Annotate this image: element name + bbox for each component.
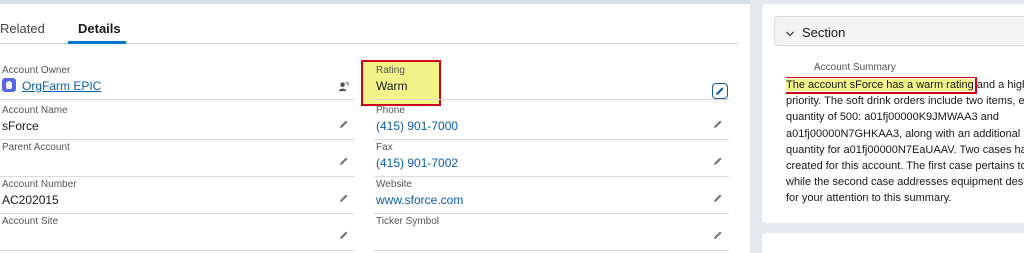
pencil-icon[interactable] [713,119,723,129]
account-name-value: sForce [2,119,39,133]
field-label: Ticker Symbol [376,216,439,227]
field-parent-account: Parent Account [0,140,355,177]
active-tab-indicator [68,41,126,44]
field-rating: Rating Warm [374,63,729,100]
field-account-number: Account Number AC202015 [0,177,355,214]
tab-bar: Related Details [0,4,738,44]
pencil-icon[interactable] [339,193,349,203]
field-account-name: Account Name sForce [0,103,355,140]
summary-line: a01fj00000N7GHKAA3, along with an additi… [786,127,1024,140]
field-label: Phone [376,105,405,116]
summary-line: quantity for a01fj00000N7EaUAAV. Two cas… [786,143,1024,156]
field-label: Account Site [2,216,59,227]
website-link[interactable]: www.sforce.com [376,193,463,207]
fax-link[interactable]: (415) 901-7002 [376,156,458,170]
owner-avatar-icon [2,78,16,92]
field-label: Account Name [2,105,68,116]
summary-line: priority. The soft drink orders include … [786,95,1024,108]
summary-line: while the second case addresses equipmen… [786,176,1024,189]
field-label: Fax [376,142,393,153]
secondary-card [762,233,1024,253]
section-card: Section Account Summary The account sFor… [762,4,1024,223]
details-panel: Related Details Account Owner OrgFarm EP… [0,4,750,253]
pencil-icon[interactable] [713,156,723,166]
account-summary-text: The account sForce has a warm rating and… [786,77,1024,207]
field-fax: Fax (415) 901-7002 [374,140,729,177]
change-owner-icon[interactable] [338,79,349,92]
summary-highlight: The account sForce has a warm rating [786,77,977,94]
field-label: Account Number [2,179,77,190]
rating-value: Warm [376,79,408,93]
field-label: Website [376,179,412,190]
pencil-icon[interactable] [713,193,723,203]
section-title: Section [802,25,846,40]
field-label: Account Owner [2,65,71,76]
edit-icon[interactable] [712,83,728,99]
chevron-down-icon [785,26,795,37]
pencil-icon[interactable] [339,156,349,166]
field-website: Website www.sforce.com [374,177,729,214]
account-number-value: AC202015 [2,193,59,207]
field-label: Parent Account [2,142,70,153]
summary-line: quantity of 500: a01fj00000K9JMWAA3 and [786,111,1000,124]
pencil-icon[interactable] [339,119,349,129]
account-summary-label: Account Summary [814,62,896,73]
tab-related[interactable]: Related [0,21,45,36]
summary-line: for your attention to this summary. [786,192,952,205]
field-ticker-symbol: Ticker Symbol [374,214,729,251]
tab-details[interactable]: Details [78,21,121,36]
field-phone: Phone (415) 901-7000 [374,103,729,140]
phone-link[interactable]: (415) 901-7000 [376,119,458,133]
field-account-owner: Account Owner OrgFarm EPIC [0,63,355,100]
section-header[interactable]: Section [774,16,1024,46]
account-owner-link[interactable]: OrgFarm EPIC [22,79,101,93]
pencil-icon[interactable] [339,230,349,240]
field-label: Rating [376,65,405,76]
field-account-site: Account Site [0,214,355,251]
summary-line: and a high c [976,79,1024,91]
summary-line: created for this account. The first case… [786,159,1024,172]
pencil-icon[interactable] [713,230,723,240]
